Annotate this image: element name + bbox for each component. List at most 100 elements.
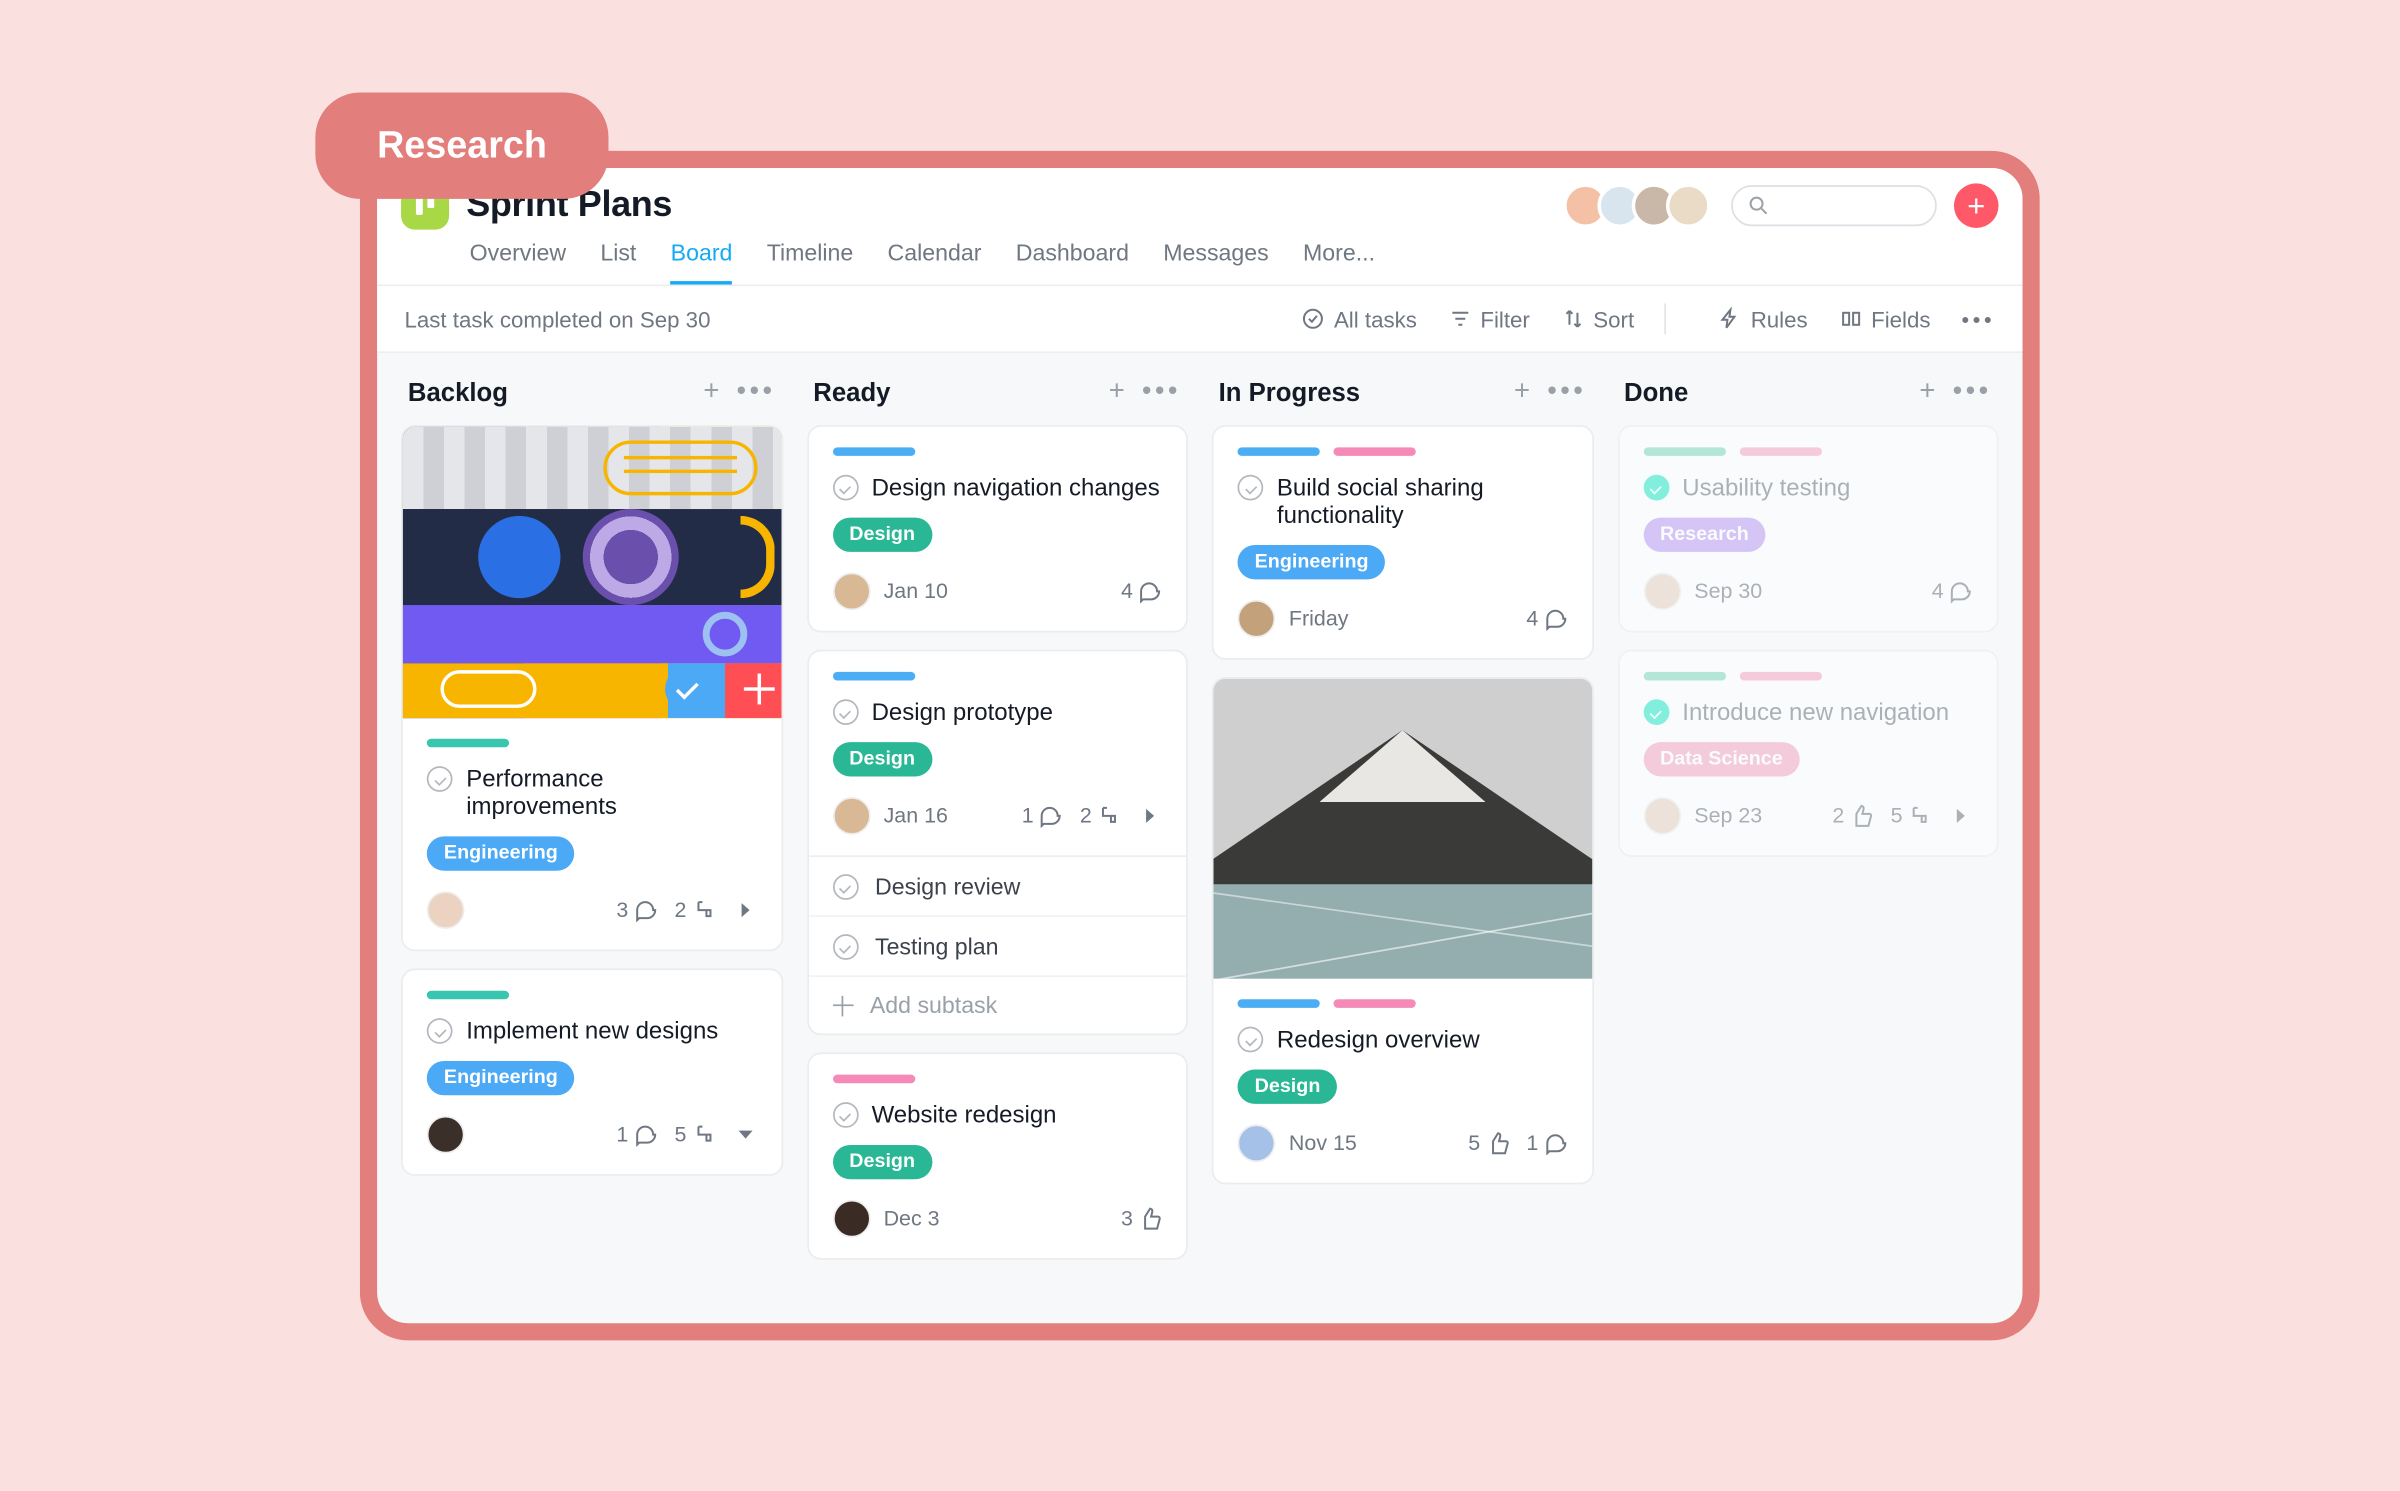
- task-title: Build social sharing functionality: [1277, 473, 1568, 528]
- tag-engineering[interactable]: Engineering: [427, 1061, 575, 1095]
- tag-engineering[interactable]: Engineering: [427, 836, 575, 870]
- sort-icon: [1561, 307, 1585, 331]
- assignee-avatar[interactable]: [832, 797, 870, 835]
- assignee-avatar[interactable]: [1643, 572, 1681, 610]
- column-title: Ready: [813, 378, 890, 407]
- task-card[interactable]: Build social sharing functionality Engin…: [1212, 425, 1593, 660]
- task-title: Implement new designs: [466, 1016, 718, 1043]
- comment-icon: [1039, 804, 1063, 828]
- bolt-icon: [1718, 307, 1742, 331]
- subtask-row[interactable]: Testing plan: [808, 915, 1186, 975]
- add-card-button[interactable]: +: [1109, 377, 1125, 408]
- tab-board[interactable]: Board: [671, 240, 733, 285]
- all-tasks-button[interactable]: All tasks: [1301, 306, 1417, 332]
- complete-checkbox-icon[interactable]: [1238, 1027, 1264, 1053]
- avatar[interactable]: [1666, 183, 1711, 228]
- task-card[interactable]: Design prototype Design Jan 16 1 2: [806, 650, 1187, 1036]
- add-button[interactable]: +: [1954, 183, 1999, 228]
- add-card-button[interactable]: +: [1514, 377, 1530, 408]
- task-card[interactable]: Website redesign Design Dec 3 3: [806, 1052, 1187, 1259]
- complete-checkbox-icon[interactable]: [832, 874, 858, 900]
- assignee-avatar[interactable]: [832, 572, 870, 610]
- column-menu-icon[interactable]: •••: [1547, 377, 1586, 408]
- more-icon[interactable]: •••: [1961, 306, 1995, 332]
- tag-research[interactable]: Research: [1643, 518, 1766, 552]
- filter-button[interactable]: Filter: [1448, 306, 1530, 332]
- column-menu-icon[interactable]: •••: [736, 377, 775, 408]
- complete-checkbox-icon[interactable]: [427, 1018, 453, 1044]
- assignee-avatar[interactable]: [427, 1116, 465, 1154]
- due-date: Sep 30: [1694, 579, 1762, 603]
- due-date: Friday: [1289, 607, 1349, 631]
- add-card-button[interactable]: +: [703, 377, 719, 408]
- filter-icon: [1448, 307, 1472, 331]
- tab-calendar[interactable]: Calendar: [888, 240, 982, 285]
- assignee-avatar[interactable]: [1643, 797, 1681, 835]
- task-card[interactable]: Usability testing Research Sep 30 4: [1617, 425, 1998, 632]
- comment-icon: [1949, 579, 1973, 603]
- column-menu-icon[interactable]: •••: [1953, 377, 1992, 408]
- tag-design[interactable]: Design: [1238, 1070, 1338, 1104]
- task-title: Usability testing: [1682, 473, 1850, 500]
- column-title: Backlog: [408, 378, 508, 407]
- assignee-avatar[interactable]: [427, 891, 465, 929]
- board-toolbar: Last task completed on Sep 30 All tasks …: [377, 286, 2022, 353]
- kanban-board: Backlog + ••• Performance improvements: [377, 353, 2022, 1301]
- task-card[interactable]: Redesign overview Design Nov 15 5 1: [1212, 677, 1593, 1184]
- tab-timeline[interactable]: Timeline: [767, 240, 854, 285]
- complete-checkbox-icon[interactable]: [832, 1102, 858, 1128]
- complete-checkbox-icon[interactable]: [832, 934, 858, 960]
- tab-overview[interactable]: Overview: [470, 240, 566, 285]
- complete-checkbox-icon[interactable]: [1643, 699, 1669, 725]
- complete-checkbox-icon[interactable]: [832, 699, 858, 725]
- chevron-right-icon[interactable]: [1949, 804, 1973, 828]
- add-card-button[interactable]: +: [1919, 377, 1935, 408]
- member-avatars[interactable]: [1573, 183, 1710, 228]
- tag-design[interactable]: Design: [832, 518, 932, 552]
- task-card[interactable]: Design navigation changes Design Jan 10 …: [806, 425, 1187, 632]
- chevron-right-icon[interactable]: [1138, 804, 1162, 828]
- like-icon: [1138, 1207, 1162, 1231]
- task-card[interactable]: Introduce new navigation Data Science Se…: [1617, 650, 1998, 857]
- complete-checkbox-icon[interactable]: [1238, 475, 1264, 501]
- due-date: Dec 3: [884, 1207, 940, 1231]
- chevron-down-icon[interactable]: [733, 1123, 757, 1147]
- tag-engineering[interactable]: Engineering: [1238, 545, 1386, 579]
- like-icon: [1849, 804, 1873, 828]
- tag-data-science[interactable]: Data Science: [1643, 742, 1800, 776]
- column-title: Done: [1624, 378, 1688, 407]
- assignee-avatar[interactable]: [832, 1200, 870, 1238]
- subtask-icon: [692, 1123, 716, 1147]
- tab-more[interactable]: More...: [1303, 240, 1375, 285]
- header: Sprint Plans + Overview List Board Timel…: [377, 168, 2022, 286]
- subtask-row[interactable]: Design review: [808, 857, 1186, 915]
- tab-list[interactable]: List: [600, 240, 636, 285]
- view-tabs: Overview List Board Timeline Calendar Da…: [401, 240, 1998, 285]
- like-icon: [1485, 1131, 1509, 1155]
- sort-button[interactable]: Sort: [1561, 306, 1634, 332]
- comment-icon: [633, 898, 657, 922]
- assignee-avatar[interactable]: [1238, 600, 1276, 638]
- rules-button[interactable]: Rules: [1718, 306, 1808, 332]
- complete-checkbox-icon[interactable]: [1643, 475, 1669, 501]
- task-card[interactable]: Performance improvements Engineering 3 2: [401, 425, 782, 951]
- task-card[interactable]: Implement new designs Engineering 1 5: [401, 968, 782, 1175]
- chevron-right-icon[interactable]: [733, 898, 757, 922]
- add-subtask-button[interactable]: Add subtask: [808, 975, 1186, 1033]
- task-title: Performance improvements: [466, 764, 757, 819]
- task-title: Design prototype: [872, 698, 1053, 725]
- tag-design[interactable]: Design: [832, 742, 932, 776]
- column-menu-icon[interactable]: •••: [1142, 377, 1181, 408]
- fields-button[interactable]: Fields: [1839, 306, 1931, 332]
- tab-messages[interactable]: Messages: [1163, 240, 1268, 285]
- due-date: Nov 15: [1289, 1131, 1357, 1155]
- column-title: In Progress: [1219, 378, 1360, 407]
- search-input[interactable]: [1731, 185, 1937, 226]
- complete-checkbox-icon[interactable]: [832, 475, 858, 501]
- assignee-avatar[interactable]: [1238, 1124, 1276, 1162]
- complete-checkbox-icon[interactable]: [427, 766, 453, 792]
- tab-dashboard[interactable]: Dashboard: [1016, 240, 1129, 285]
- tag-design[interactable]: Design: [832, 1145, 932, 1179]
- due-date: Jan 10: [884, 579, 948, 603]
- comment-icon: [1543, 1131, 1567, 1155]
